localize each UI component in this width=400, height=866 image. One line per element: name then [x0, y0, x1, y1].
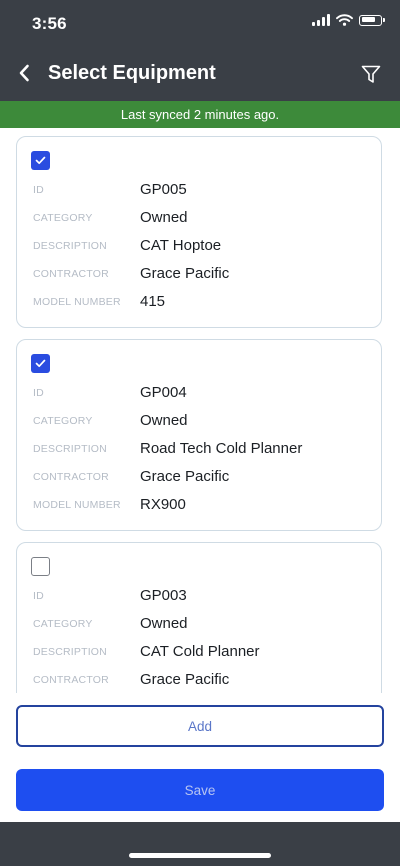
- field-value: RX900: [140, 496, 186, 513]
- equipment-checkbox[interactable]: [31, 151, 50, 170]
- field-row-id: ID GP003: [33, 587, 187, 604]
- sync-status-banner: Last synced 2 minutes ago.: [0, 101, 400, 128]
- field-label: CATEGORY: [33, 211, 93, 224]
- equipment-list[interactable]: ID GP005 CATEGORY Owned DESCRIPTION CAT …: [0, 128, 400, 693]
- field-value: GP005: [140, 181, 187, 198]
- equipment-checkbox[interactable]: [31, 354, 50, 373]
- field-label: MODEL NUMBER: [33, 295, 121, 308]
- chevron-left-icon: [19, 64, 29, 82]
- field-value: CAT Hoptoe: [140, 237, 222, 254]
- field-value: Grace Pacific: [140, 265, 230, 282]
- bottom-bar: [0, 822, 400, 866]
- field-row-contractor: CONTRACTOR Grace Pacific: [33, 671, 229, 688]
- field-row-category: CATEGORY Owned: [33, 412, 188, 429]
- field-label: MODEL NUMBER: [33, 498, 121, 511]
- field-value: Grace Pacific: [140, 671, 230, 688]
- field-value: Owned: [140, 209, 188, 226]
- field-row-model-number: MODEL NUMBER 415: [33, 293, 165, 310]
- cellular-signal-icon: [312, 14, 330, 26]
- field-row-id: ID GP004: [33, 384, 187, 401]
- field-row-model-number: MODEL NUMBER RX900: [33, 496, 186, 513]
- wifi-icon: [336, 14, 353, 26]
- field-label: DESCRIPTION: [33, 645, 107, 658]
- filter-icon: [361, 65, 381, 83]
- field-value: GP004: [140, 384, 187, 401]
- field-row-category: CATEGORY Owned: [33, 209, 188, 226]
- equipment-card[interactable]: ID GP003 CATEGORY Owned DESCRIPTION CAT …: [16, 542, 382, 693]
- field-label: CONTRACTOR: [33, 673, 109, 686]
- field-value: CAT Cold Planner: [140, 643, 260, 660]
- app-header: 3:56 Select Equipment: [0, 0, 400, 101]
- field-label: DESCRIPTION: [33, 442, 107, 455]
- home-indicator[interactable]: [129, 853, 271, 858]
- field-value: Grace Pacific: [140, 468, 230, 485]
- field-label: ID: [33, 183, 44, 196]
- field-label: CATEGORY: [33, 414, 93, 427]
- field-label: DESCRIPTION: [33, 239, 107, 252]
- field-value: Owned: [140, 615, 188, 632]
- page-title: Select Equipment: [48, 62, 216, 84]
- field-label: ID: [33, 589, 44, 602]
- filter-button[interactable]: [356, 60, 386, 88]
- field-row-description: DESCRIPTION CAT Hoptoe: [33, 237, 221, 254]
- field-label: CONTRACTOR: [33, 470, 109, 483]
- field-row-contractor: CONTRACTOR Grace Pacific: [33, 265, 229, 282]
- add-button[interactable]: Add: [16, 705, 384, 747]
- field-row-id: ID GP005: [33, 181, 187, 198]
- field-value: Road Tech Cold Planner: [140, 440, 303, 457]
- field-value: GP003: [140, 587, 187, 604]
- field-row-description: DESCRIPTION Road Tech Cold Planner: [33, 440, 302, 457]
- checkmark-icon: [35, 156, 46, 165]
- field-label: CATEGORY: [33, 617, 93, 630]
- equipment-card[interactable]: ID GP004 CATEGORY Owned DESCRIPTION Road…: [16, 339, 382, 531]
- battery-icon: [359, 14, 385, 26]
- back-button[interactable]: [10, 58, 38, 88]
- field-label: ID: [33, 386, 44, 399]
- field-row-contractor: CONTRACTOR Grace Pacific: [33, 468, 229, 485]
- save-button[interactable]: Save: [16, 769, 384, 811]
- field-row-category: CATEGORY Owned: [33, 615, 188, 632]
- field-value: 415: [140, 293, 166, 310]
- field-value: Owned: [140, 412, 188, 429]
- status-icons: [312, 14, 385, 26]
- field-label: CONTRACTOR: [33, 267, 109, 280]
- checkmark-icon: [35, 359, 46, 368]
- equipment-card[interactable]: ID GP005 CATEGORY Owned DESCRIPTION CAT …: [16, 136, 382, 328]
- field-row-description: DESCRIPTION CAT Cold Planner: [33, 643, 260, 660]
- equipment-checkbox[interactable]: [31, 557, 50, 576]
- status-time: 3:56: [32, 14, 67, 33]
